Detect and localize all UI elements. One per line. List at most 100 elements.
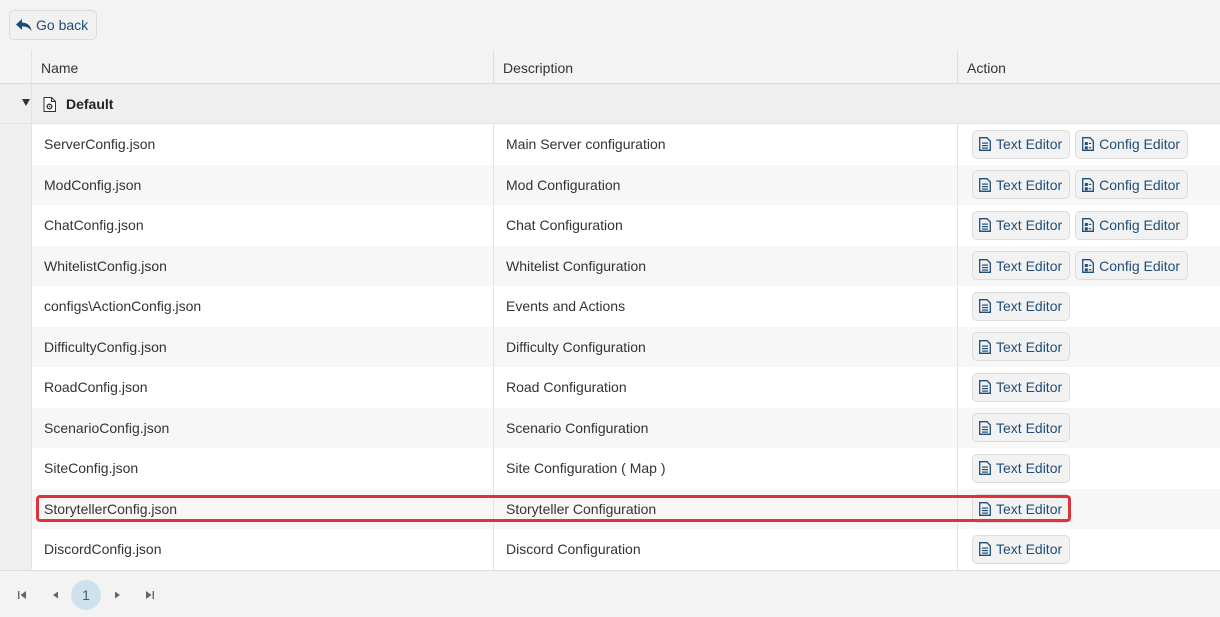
row-spacer xyxy=(0,245,31,286)
row-spacer xyxy=(0,488,31,529)
file-description: Site Configuration ( Map ) xyxy=(506,460,666,477)
row-spacer xyxy=(0,286,31,327)
file-name: ServerConfig.json xyxy=(44,136,156,153)
last-page-button[interactable] xyxy=(143,571,157,617)
reply-arrow-icon xyxy=(16,19,32,31)
column-header-description[interactable]: Description xyxy=(493,50,957,84)
config-files-grid: Name Description Action Default ServerCo… xyxy=(0,50,1220,570)
text-file-icon xyxy=(979,177,991,192)
text-editor-label: Text Editor xyxy=(996,257,1063,274)
row-actions: Text Editor xyxy=(972,367,1071,408)
file-description: Events and Actions xyxy=(506,298,626,315)
file-description: Discord Configuration xyxy=(506,541,641,558)
file-description: Mod Configuration xyxy=(506,176,621,193)
column-divider xyxy=(31,50,32,570)
row-spacer xyxy=(0,448,31,489)
text-editor-button[interactable]: Text Editor xyxy=(972,332,1071,362)
table-row[interactable]: RoadConfig.json Road Configuration Text Ed… xyxy=(0,367,1220,408)
text-file-icon xyxy=(979,258,991,273)
file-name: StorytellerConfig.json xyxy=(44,500,178,517)
text-editor-button[interactable]: Text Editor xyxy=(972,170,1071,200)
text-file-icon xyxy=(979,380,991,395)
text-editor-label: Text Editor xyxy=(996,136,1063,153)
text-file-icon xyxy=(979,461,991,476)
text-editor-button[interactable]: Text Editor xyxy=(972,494,1071,524)
table-row[interactable]: ServerConfig.json Main Server configurati… xyxy=(0,124,1220,165)
text-file-icon xyxy=(979,218,991,233)
text-file-icon xyxy=(979,299,991,314)
row-actions: Text Editor xyxy=(972,489,1071,530)
column-header-action[interactable]: Action xyxy=(957,50,1220,84)
next-page-icon xyxy=(115,591,120,598)
column-header-name[interactable]: Name xyxy=(31,50,493,84)
file-description: Whitelist Configuration xyxy=(506,257,647,274)
file-description: Main Server configuration xyxy=(506,136,666,153)
table-row[interactable]: WhitelistConfig.json Whitelist Configurat… xyxy=(0,245,1220,286)
row-actions: Text Editor Config Editor xyxy=(972,124,1189,165)
text-editor-button[interactable]: Text Editor xyxy=(972,129,1071,159)
row-spacer xyxy=(0,164,31,205)
column-divider xyxy=(493,124,494,570)
first-page-button[interactable] xyxy=(15,571,29,617)
config-editor-button[interactable]: Config Editor xyxy=(1075,210,1189,240)
next-page-button[interactable] xyxy=(111,571,125,617)
previous-page-icon xyxy=(53,591,58,598)
text-editor-label: Text Editor xyxy=(996,419,1063,436)
text-editor-button[interactable]: Text Editor xyxy=(972,534,1071,564)
table-row[interactable]: ModConfig.json Mod Configuration Text Edit… xyxy=(0,164,1220,206)
text-editor-button[interactable]: Text Editor xyxy=(972,453,1071,483)
file-name: RoadConfig.json xyxy=(44,379,148,396)
pagination-bar: 1 xyxy=(0,570,1220,617)
row-actions: Text Editor xyxy=(972,529,1071,570)
row-spacer xyxy=(0,326,31,367)
config-file-icon xyxy=(1082,218,1095,233)
row-actions: Text Editor xyxy=(972,408,1071,449)
table-row[interactable]: StorytellerConfig.json Storyteller Config… xyxy=(0,488,1220,530)
row-spacer xyxy=(0,124,31,165)
collapse-caret-icon[interactable] xyxy=(22,99,30,106)
group-row-default: Default xyxy=(0,84,1220,124)
row-actions: Text Editor Config Editor xyxy=(972,205,1189,246)
last-page-icon xyxy=(146,590,154,599)
table-row[interactable]: DifficultyConfig.json Difficulty Configur… xyxy=(0,326,1220,367)
row-spacer xyxy=(0,529,31,570)
first-page-icon xyxy=(18,590,26,599)
text-editor-button[interactable]: Text Editor xyxy=(972,413,1071,443)
file-name: ModConfig.json xyxy=(44,176,142,193)
table-row[interactable]: ScenarioConfig.json Scenario Configuratio… xyxy=(0,407,1220,449)
text-editor-label: Text Editor xyxy=(996,541,1063,558)
text-editor-label: Text Editor xyxy=(996,298,1063,315)
config-editor-button[interactable]: Config Editor xyxy=(1075,129,1189,159)
table-row[interactable]: DiscordConfig.json Discord Configuration T… xyxy=(0,529,1220,570)
text-file-icon xyxy=(979,339,991,354)
config-editor-button[interactable]: Config Editor xyxy=(1075,170,1189,200)
config-file-icon xyxy=(1082,137,1095,152)
config-editor-label: Config Editor xyxy=(1099,257,1181,274)
file-name: DiscordConfig.json xyxy=(44,541,162,558)
text-file-icon xyxy=(979,501,991,516)
group-name: Default xyxy=(66,96,114,112)
file-description: Difficulty Configuration xyxy=(506,338,646,355)
text-editor-button[interactable]: Text Editor xyxy=(972,372,1071,402)
table-row[interactable]: ChatConfig.json Chat Configuration Text Ed… xyxy=(0,205,1220,246)
text-editor-label: Text Editor xyxy=(996,217,1063,234)
text-editor-button[interactable]: Text Editor xyxy=(972,291,1071,321)
file-rows: ServerConfig.json Main Server configurati… xyxy=(0,124,1220,570)
row-spacer xyxy=(0,205,31,246)
text-editor-button[interactable]: Text Editor xyxy=(972,210,1071,240)
text-editor-button[interactable]: Text Editor xyxy=(972,251,1071,281)
config-editor-button[interactable]: Config Editor xyxy=(1075,251,1189,281)
go-back-button[interactable]: Go back xyxy=(9,10,98,40)
file-name: ChatConfig.json xyxy=(44,217,144,234)
text-editor-label: Text Editor xyxy=(996,379,1063,396)
header-spacer xyxy=(0,50,31,84)
row-actions: Text Editor Config Editor xyxy=(972,165,1189,206)
row-actions: Text Editor xyxy=(972,448,1071,489)
text-file-icon xyxy=(979,420,991,435)
text-editor-label: Text Editor xyxy=(996,500,1063,517)
table-row[interactable]: configs\ActionConfig.json Events and Acti… xyxy=(0,286,1220,327)
previous-page-button[interactable] xyxy=(48,571,62,617)
config-editor-label: Config Editor xyxy=(1099,217,1181,234)
table-row[interactable]: SiteConfig.json Site Configuration ( Map … xyxy=(0,448,1220,489)
page-number-button[interactable]: 1 xyxy=(71,580,101,610)
